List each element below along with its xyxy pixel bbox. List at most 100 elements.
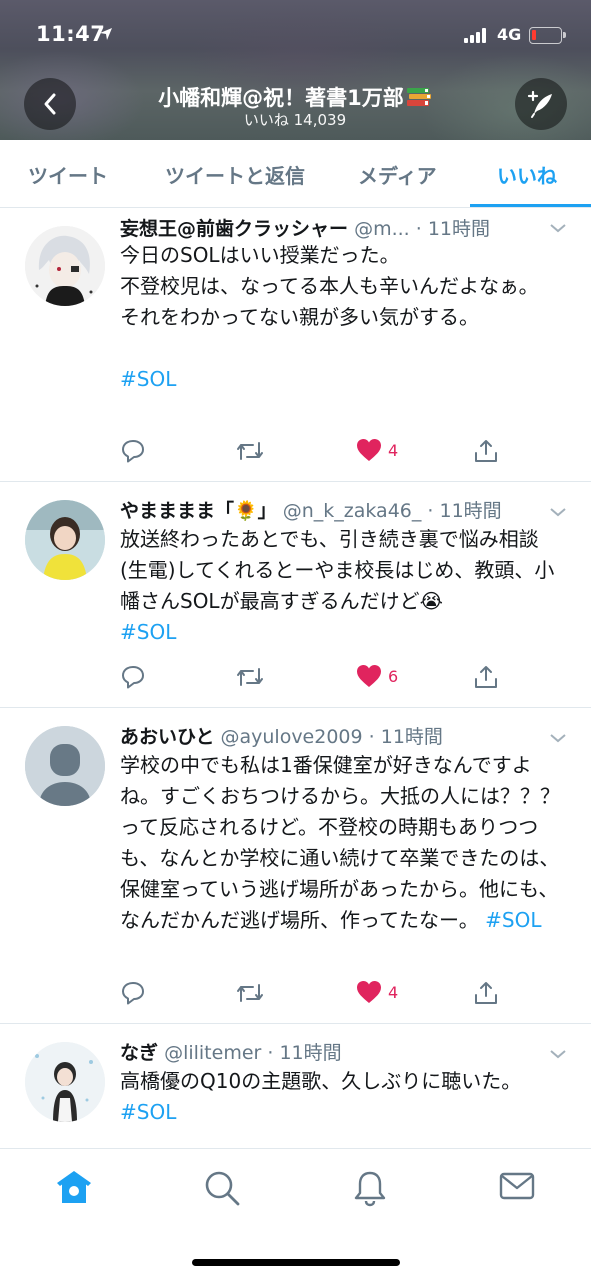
default-avatar-icon (25, 726, 105, 806)
tweet-actions: 4 (120, 438, 520, 468)
avatar-image (25, 226, 105, 306)
reply-button[interactable] (120, 664, 146, 690)
retweet-icon (237, 442, 263, 460)
compose-quill-icon (527, 90, 552, 118)
books-emoji-icon (406, 88, 431, 106)
tweet-header: やまままま「🌻」 @n_k_zaka46_ · 11時間 (120, 496, 569, 523)
chevron-down-icon[interactable] (549, 506, 567, 518)
compose-tweet-button[interactable] (515, 78, 567, 130)
signal-icon (464, 27, 490, 43)
back-button[interactable] (24, 78, 76, 130)
tweet-text-content: 今日のSOLはいい授業だった。 不登校児は、なってる本人も辛いんだよなぁ。 それ… (120, 243, 539, 329)
home-tab[interactable] (55, 1169, 93, 1209)
reply-button[interactable] (120, 980, 146, 1006)
share-button[interactable] (473, 664, 499, 690)
tweet-author-name[interactable]: 妄想王@前歯クラッシャー (120, 218, 348, 240)
hashtag-link[interactable]: #SOL (120, 1100, 176, 1124)
tweet-timestamp: · 11時間 (427, 500, 502, 522)
like-count: 6 (388, 666, 399, 686)
like-button[interactable]: 6 (356, 664, 398, 688)
hashtag-link[interactable]: #SOL (485, 908, 541, 932)
likes-count-subtitle: いいね 14,039 (243, 111, 347, 129)
retweet-button[interactable] (235, 980, 265, 1006)
tweet-author-name[interactable]: なぎ (120, 1042, 158, 1064)
tweet-author-handle[interactable]: @m... (354, 218, 410, 240)
tweet-text: 今日のSOLはいい授業だった。 不登校児は、なってる本人も辛いんだよなぁ。 それ… (120, 240, 565, 395)
retweet-button[interactable] (235, 438, 265, 464)
tweet-header: あおいひと @ayulove2009 · 11時間 (120, 722, 569, 749)
mail-icon (499, 1172, 535, 1200)
tweet-author-handle[interactable]: @lilitemer (164, 1042, 261, 1064)
home-indicator[interactable] (192, 1259, 400, 1266)
profile-name-text: 小幡和輝@祝！著書1万部 (158, 86, 404, 110)
messages-tab[interactable] (498, 1169, 536, 1207)
profile-header: 11:47 4G 小幡和輝@祝！著書1万部 いいね 14,039 (0, 0, 591, 140)
profile-tabs: ツイート ツイートと返信 メディア いいね (0, 140, 591, 208)
status-time: 11:47 (36, 22, 106, 46)
tweet-author-name[interactable]: あおいひと (120, 726, 214, 748)
share-button[interactable] (473, 980, 499, 1006)
heart-filled-icon (357, 665, 381, 687)
heart-filled-icon (357, 439, 381, 461)
share-icon (475, 982, 497, 1004)
retweet-icon (237, 984, 263, 1002)
tweet-author-handle[interactable]: @n_k_zaka46_ (283, 500, 422, 522)
bell-icon (354, 1171, 386, 1207)
tweet-item[interactable]: 妄想王@前歯クラッシャー @m... · 11時間 今日のSOLはいい授業だった… (0, 208, 591, 482)
tweet-actions: 4 (120, 980, 520, 1010)
tweet-author-handle[interactable]: @ayulove2009 (220, 726, 362, 748)
like-button[interactable]: 4 (356, 980, 398, 1004)
tweet-timestamp: · 11時間 (267, 1042, 342, 1064)
like-button[interactable]: 4 (356, 438, 398, 462)
avatar[interactable] (25, 500, 105, 580)
avatar[interactable] (25, 726, 105, 806)
tweet-text: 放送終わったあとでも、引き続き裏で悩み相談(生電)してくれるとーやま校長はじめ、… (120, 524, 565, 648)
status-bar: 11:47 4G (0, 0, 591, 60)
avatar[interactable] (25, 1042, 105, 1122)
active-tab-indicator (470, 204, 591, 207)
like-count: 4 (388, 440, 399, 460)
chevron-down-icon[interactable] (549, 222, 567, 234)
notifications-tab[interactable] (352, 1169, 388, 1211)
share-button[interactable] (473, 438, 499, 464)
reply-button[interactable] (120, 438, 146, 464)
hashtag-link[interactable]: #SOL (120, 367, 176, 391)
retweet-button[interactable] (235, 664, 265, 690)
chevron-left-icon (44, 93, 56, 115)
reply-icon (122, 666, 144, 689)
tweet-timestamp: · 11時間 (368, 726, 443, 748)
tweet-author-name[interactable]: やまままま「🌻」 (120, 500, 277, 522)
tweet-text-content: 放送終わったあとでも、引き続き裏で悩み相談(生電)してくれるとーやま校長はじめ、… (120, 527, 555, 613)
tab-tweets-and-replies[interactable]: ツイートと返信 (165, 160, 305, 189)
chevron-down-icon[interactable] (549, 1048, 567, 1060)
tweet-item[interactable]: やまままま「🌻」 @n_k_zaka46_ · 11時間 放送終わったあとでも、… (0, 482, 591, 708)
tweet-item[interactable]: なぎ @lilitemer · 11時間 高橋優のQ10の主題歌、久しぶりに聴い… (0, 1024, 591, 1148)
profile-name: 小幡和輝@祝！著書1万部 (95, 82, 495, 112)
tab-media[interactable]: メディア (358, 160, 437, 189)
network-type: 4G (497, 25, 522, 44)
search-icon (205, 1171, 240, 1206)
tab-tweets[interactable]: ツイート (28, 160, 108, 189)
share-icon (475, 440, 497, 462)
tweet-item[interactable]: あおいひと @ayulove2009 · 11時間 学校の中でも私は1番保健室が… (0, 708, 591, 1024)
retweet-icon (237, 668, 263, 686)
reply-icon (122, 440, 144, 463)
tweet-text: 学校の中でも私は1番保健室が好きなんですよね。すごくおちつけるから。大抵の人には… (120, 750, 565, 936)
chevron-down-icon[interactable] (549, 732, 567, 744)
battery-icon (529, 27, 566, 44)
tweet-text-content: 高橋優のQ10の主題歌、久しぶりに聴いた。 (120, 1069, 522, 1093)
avatar[interactable] (25, 226, 105, 306)
tab-likes[interactable]: いいね (497, 160, 557, 189)
tweet-actions: 6 (120, 664, 520, 694)
heart-filled-icon (357, 981, 381, 1003)
avatar-image (25, 500, 105, 580)
location-arrow-icon (100, 28, 112, 40)
hashtag-link[interactable]: #SOL (120, 620, 176, 644)
tweet-timestamp: · 11時間 (415, 218, 491, 240)
tweet-text: 高橋優のQ10の主題歌、久しぶりに聴いた。 #SOL (120, 1066, 565, 1128)
reply-icon (122, 982, 144, 1005)
tweet-header: なぎ @lilitemer · 11時間 (120, 1038, 569, 1065)
home-icon (57, 1171, 91, 1203)
like-count: 4 (388, 982, 399, 1002)
search-tab[interactable] (203, 1169, 241, 1211)
